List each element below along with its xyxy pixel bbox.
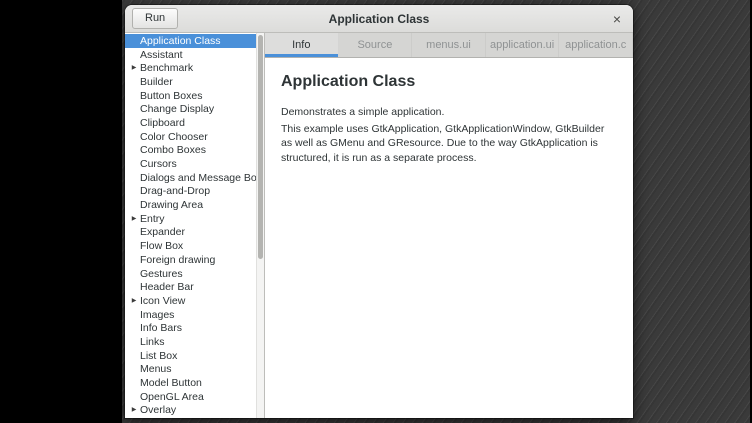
expander-icon[interactable]: ▶ xyxy=(128,407,140,413)
sidebar-item[interactable]: OpenGL Area xyxy=(125,390,256,404)
sidebar-item[interactable]: ▶Overlay xyxy=(125,404,256,418)
sidebar-item[interactable]: Button Boxes xyxy=(125,89,256,103)
description-line: Demonstrates a simple application. xyxy=(281,105,617,119)
window-title: Application Class xyxy=(125,5,633,32)
tab-bar: InfoSourcemenus.uiapplication.uiapplicat… xyxy=(265,33,633,58)
sidebar-list: Application ClassAssistant▶BenchmarkBuil… xyxy=(125,34,256,417)
sidebar-item[interactable]: Images xyxy=(125,308,256,322)
sidebar-item[interactable]: Application Class xyxy=(125,34,256,48)
sidebar-item[interactable]: Cursors xyxy=(125,157,256,171)
sidebar-item-label: Drawing Area xyxy=(140,199,203,211)
app-window: Run Application Class × Application Clas… xyxy=(125,5,633,418)
header-bar: Run Application Class × xyxy=(125,5,633,33)
sidebar-item-label: Gestures xyxy=(140,268,183,280)
sidebar-item[interactable]: Header Bar xyxy=(125,280,256,294)
run-button[interactable]: Run xyxy=(132,8,178,29)
expander-icon[interactable]: ▶ xyxy=(128,298,140,304)
sidebar-item[interactable]: Change Display xyxy=(125,102,256,116)
sidebar-item[interactable]: Flow Box xyxy=(125,239,256,253)
sidebar-item[interactable]: Drag-and-Drop xyxy=(125,185,256,199)
sidebar-item-label: Images xyxy=(140,309,174,321)
sidebar-item-label: Menus xyxy=(140,363,172,375)
sidebar-item[interactable]: Menus xyxy=(125,363,256,377)
sidebar-item-label: Info Bars xyxy=(140,322,182,334)
sidebar-item[interactable]: Builder xyxy=(125,75,256,89)
sidebar-item-label: Flow Box xyxy=(140,240,183,252)
sidebar-item-label: Application Class xyxy=(140,35,221,47)
sidebar-item[interactable]: Clipboard xyxy=(125,116,256,130)
sidebar-item-label: Entry xyxy=(140,213,165,225)
tab-source[interactable]: Source xyxy=(339,33,413,57)
close-icon[interactable]: × xyxy=(608,10,626,28)
scrollbar-thumb[interactable] xyxy=(258,35,263,259)
sidebar-item-label: OpenGL Area xyxy=(140,391,204,403)
sidebar-item-label: Dialogs and Message Boxes xyxy=(140,172,265,184)
sidebar-item[interactable]: Drawing Area xyxy=(125,198,256,212)
sidebar-item-label: Model Button xyxy=(140,377,202,389)
sidebar-item[interactable]: Links xyxy=(125,335,256,349)
sidebar-item-label: Foreign drawing xyxy=(140,254,215,266)
sidebar-item-label: Cursors xyxy=(140,158,177,170)
sidebar-item[interactable]: Info Bars xyxy=(125,321,256,335)
sidebar-item-label: Builder xyxy=(140,76,173,88)
sidebar-item-label: Expander xyxy=(140,226,185,238)
sidebar-item[interactable]: ▶Benchmark xyxy=(125,61,256,75)
sidebar-item-label: Links xyxy=(140,336,165,348)
sidebar-item[interactable]: ▶Entry xyxy=(125,212,256,226)
content-pane: InfoSourcemenus.uiapplication.uiapplicat… xyxy=(265,33,633,418)
sidebar-item[interactable]: Combo Boxes xyxy=(125,144,256,158)
sidebar-item-label: Drag-and-Drop xyxy=(140,185,210,197)
sidebar-item[interactable]: Gestures xyxy=(125,267,256,281)
tab-application-ui[interactable]: application.ui xyxy=(486,33,560,57)
expander-icon[interactable]: ▶ xyxy=(128,216,140,222)
sidebar-item[interactable]: Model Button xyxy=(125,376,256,390)
sidebar-item[interactable]: Foreign drawing xyxy=(125,253,256,267)
info-page: Application Class Demonstrates a simple … xyxy=(265,58,633,181)
tab-menus-ui[interactable]: menus.ui xyxy=(412,33,486,57)
tab-application-c[interactable]: application.c xyxy=(559,33,633,57)
sidebar-item-label: Header Bar xyxy=(140,281,194,293)
sidebar-item[interactable]: ▶Icon View xyxy=(125,294,256,308)
sidebar-item-label: Change Display xyxy=(140,103,214,115)
sidebar-item-label: Icon View xyxy=(140,295,185,307)
tab-info[interactable]: Info xyxy=(265,33,339,57)
sidebar-item[interactable]: Dialogs and Message Boxes xyxy=(125,171,256,185)
sidebar-item-label: List Box xyxy=(140,350,177,362)
expander-icon[interactable]: ▶ xyxy=(128,65,140,71)
sidebar-item[interactable]: List Box xyxy=(125,349,256,363)
sidebar-item-label: Assistant xyxy=(140,49,183,61)
sidebar-item-label: Overlay xyxy=(140,404,176,416)
sidebar-item-label: Clipboard xyxy=(140,117,185,129)
sidebar-item-label: Color Chooser xyxy=(140,131,208,143)
sidebar-item-label: Combo Boxes xyxy=(140,144,206,156)
description-body: This example uses GtkApplication, GtkApp… xyxy=(281,122,617,165)
sidebar-item-label: Button Boxes xyxy=(140,90,202,102)
sidebar-item-label: Benchmark xyxy=(140,62,193,74)
window-body: Application ClassAssistant▶BenchmarkBuil… xyxy=(125,33,633,418)
demo-sidebar: Application ClassAssistant▶BenchmarkBuil… xyxy=(125,33,265,418)
page-title: Application Class xyxy=(281,73,617,91)
sidebar-item[interactable]: Color Chooser xyxy=(125,130,256,144)
sidebar-scrollbar[interactable] xyxy=(256,33,264,418)
sidebar-item[interactable]: Expander xyxy=(125,226,256,240)
sidebar-item[interactable]: Assistant xyxy=(125,48,256,62)
